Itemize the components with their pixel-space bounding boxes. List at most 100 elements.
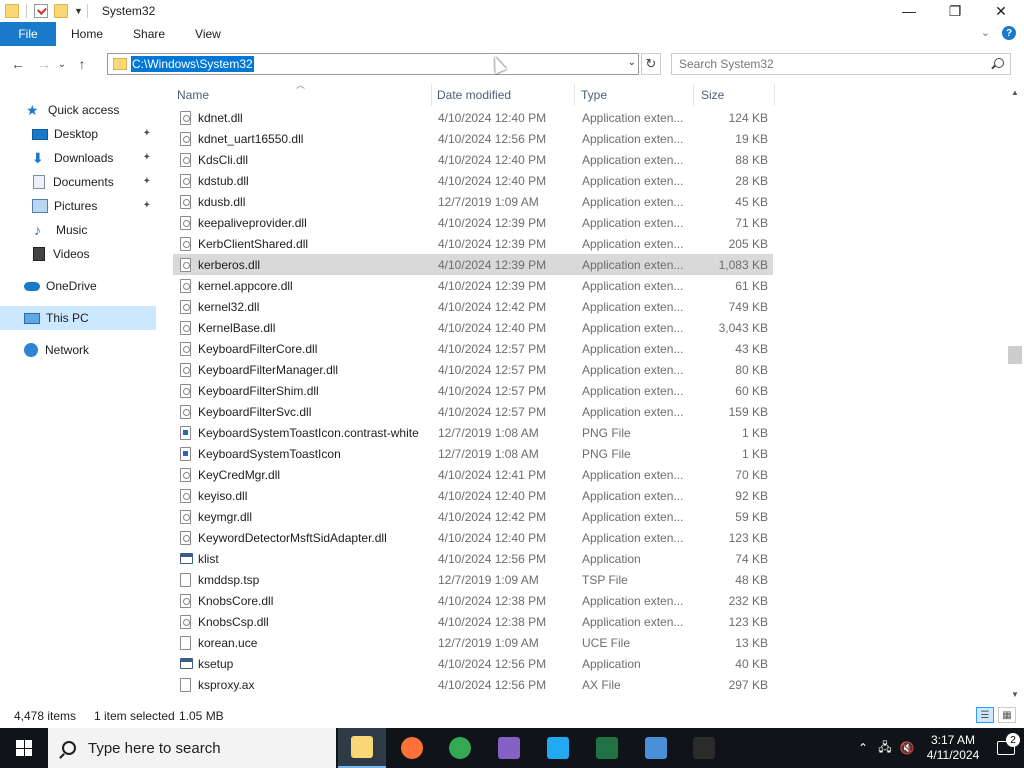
file-date: 4/10/2024 12:56 PM xyxy=(438,677,547,692)
file-type: Application exten... xyxy=(582,614,684,629)
file-row[interactable]: KnobsCore.dll 4/10/2024 12:38 PM Applicati… xyxy=(173,590,773,611)
column-header-date[interactable]: Date modified xyxy=(433,84,575,106)
customize-toolbar-dropdown[interactable]: ▼ xyxy=(74,6,83,16)
navigation-bar: ← → ⌄ ↑ C:\Windows\System32 ⌄ ↻ Search S… xyxy=(0,50,1024,78)
sidebar-item-videos[interactable]: Videos xyxy=(0,242,156,266)
title-bar: ▼ System32 — ❐ ✕ xyxy=(0,0,1024,22)
scrollbar-thumb[interactable] xyxy=(1008,346,1022,364)
address-text[interactable]: C:\Windows\System32 xyxy=(131,56,254,72)
file-row[interactable]: KdsCli.dll 4/10/2024 12:40 PM Application … xyxy=(173,149,773,170)
file-row[interactable]: kdusb.dll 12/7/2019 1:09 AM Application ex… xyxy=(173,191,773,212)
taskbar-app-terminal[interactable] xyxy=(680,728,728,768)
file-row[interactable]: kernel.appcore.dll 4/10/2024 12:39 PM Appl… xyxy=(173,275,773,296)
expand-ribbon-icon[interactable]: ⌄ xyxy=(981,26,990,40)
up-button[interactable]: ↑ xyxy=(71,53,93,75)
help-icon[interactable]: ? xyxy=(1002,26,1016,40)
file-date: 4/10/2024 12:40 PM xyxy=(438,320,547,335)
file-row[interactable]: KeyboardSystemToastIcon.contrast-white 12… xyxy=(173,422,773,443)
file-row[interactable]: KeyboardFilterSvc.dll 4/10/2024 12:57 PM A… xyxy=(173,401,773,422)
documents-icon xyxy=(33,175,45,189)
file-row[interactable]: kdnet_uart16550.dll 4/10/2024 12:56 PM App… xyxy=(173,128,773,149)
sidebar-item-network[interactable]: Network xyxy=(0,338,156,362)
file-row[interactable]: KeyCredMgr.dll 4/10/2024 12:41 PM Applicat… xyxy=(173,464,773,485)
sidebar-item-this-pc[interactable]: This PC xyxy=(0,306,156,330)
address-bar[interactable]: C:\Windows\System32 ⌄ xyxy=(107,53,639,75)
file-row[interactable]: kdstub.dll 4/10/2024 12:40 PM Application … xyxy=(173,170,773,191)
tab-view[interactable]: View xyxy=(180,22,236,46)
show-hidden-icons-icon[interactable]: ⌃ xyxy=(852,741,874,755)
taskbar-app-firefox[interactable] xyxy=(388,728,436,768)
properties-icon[interactable] xyxy=(34,4,48,18)
ribbon-right: ⌄ ? xyxy=(981,26,1016,40)
large-icons-view-icon[interactable]: ▦ xyxy=(998,707,1016,723)
file-row[interactable]: korean.uce 12/7/2019 1:09 AM UCE File 13 KB xyxy=(173,632,773,653)
minimize-button[interactable]: — xyxy=(886,0,932,22)
column-header-type[interactable]: Type xyxy=(577,84,694,106)
file-row[interactable]: KerbClientShared.dll 4/10/2024 12:39 PM Ap… xyxy=(173,233,773,254)
file-size: 80 KB xyxy=(735,362,768,377)
sidebar-item-label: Network xyxy=(45,343,90,357)
sidebar-item-downloads[interactable]: ⬇ Downloads ✦ xyxy=(0,146,156,170)
file-row[interactable]: KeywordDetectorMsftSidAdapter.dll 4/10/20… xyxy=(173,527,773,548)
taskbar-search-input[interactable]: Type here to search xyxy=(48,728,336,768)
recent-locations-button[interactable]: ⌄ xyxy=(55,53,69,75)
column-header-size[interactable]: Size xyxy=(697,84,775,106)
vertical-scrollbar[interactable]: ▲ ▼ xyxy=(1007,80,1024,705)
file-row[interactable]: kmddsp.tsp 12/7/2019 1:09 AM TSP File 48 KB xyxy=(173,569,773,590)
file-row[interactable]: kerberos.dll 4/10/2024 12:39 PM Applicatio… xyxy=(173,254,773,275)
details-view-icon[interactable]: ☰ xyxy=(976,707,994,723)
action-center-button[interactable]: 2 xyxy=(988,733,1024,755)
taskbar-app-remote-desktop[interactable] xyxy=(632,728,680,768)
file-name: keepaliveprovider.dll xyxy=(198,215,307,230)
column-header-name[interactable]: Name xyxy=(173,84,432,106)
sidebar-item-pictures[interactable]: Pictures ✦ xyxy=(0,194,156,218)
address-dropdown-icon[interactable]: ⌄ xyxy=(628,57,636,68)
file-row[interactable]: kernel32.dll 4/10/2024 12:42 PM Applicatio… xyxy=(173,296,773,317)
file-row[interactable]: keepaliveprovider.dll 4/10/2024 12:39 PM A… xyxy=(173,212,773,233)
maximize-button[interactable]: ❐ xyxy=(932,0,978,22)
search-input[interactable]: Search System32 xyxy=(671,53,1011,75)
file-row[interactable]: KeyboardFilterShim.dll 4/10/2024 12:57 PM… xyxy=(173,380,773,401)
tab-share[interactable]: Share xyxy=(118,22,180,46)
file-row[interactable]: KeyboardFilterCore.dll 4/10/2024 12:57 PM… xyxy=(173,338,773,359)
dll-file-icon xyxy=(180,594,191,608)
volume-muted-icon[interactable]: 🔇 xyxy=(896,741,918,755)
taskbar-app-vscode[interactable] xyxy=(534,728,582,768)
taskbar-app-file-explorer[interactable] xyxy=(338,728,386,768)
file-row[interactable]: KnobsCsp.dll 4/10/2024 12:38 PM Applicatio… xyxy=(173,611,773,632)
sidebar-item-quick-access[interactable]: ★ Quick access xyxy=(0,98,156,122)
sidebar-item-onedrive[interactable]: OneDrive xyxy=(0,274,156,298)
new-folder-icon[interactable] xyxy=(54,4,68,18)
file-row[interactable]: kdnet.dll 4/10/2024 12:40 PM Application e… xyxy=(173,107,773,128)
file-size: 1 KB xyxy=(741,446,768,461)
scroll-down-button[interactable]: ▼ xyxy=(1011,690,1019,699)
file-row[interactable]: KeyboardSystemToastIcon 12/7/2019 1:08 AM… xyxy=(173,443,773,464)
taskbar-app-visual-studio[interactable] xyxy=(485,728,533,768)
file-row[interactable]: KeyboardFilterManager.dll 4/10/2024 12:57… xyxy=(173,359,773,380)
close-button[interactable]: ✕ xyxy=(978,0,1024,22)
back-button[interactable]: ← xyxy=(7,53,29,75)
file-row[interactable]: keyiso.dll 4/10/2024 12:40 PM Application … xyxy=(173,485,773,506)
file-size: 749 KB xyxy=(728,299,768,314)
file-row[interactable]: ksetup 4/10/2024 12:56 PM Application 40 KB xyxy=(173,653,773,674)
file-row[interactable]: ksproxy.ax 4/10/2024 12:56 PM AX File 297 K… xyxy=(173,674,773,695)
pin-icon: ✦ xyxy=(142,128,151,139)
taskbar-app-excel-app[interactable] xyxy=(583,728,631,768)
sidebar-item-documents[interactable]: Documents ✦ xyxy=(0,170,156,194)
file-type: Application xyxy=(582,551,641,566)
network-status-icon[interactable]: 🖧 xyxy=(874,738,896,759)
sidebar-item-desktop[interactable]: Desktop ✦ xyxy=(0,122,156,146)
taskbar-app-chrome[interactable] xyxy=(436,728,484,768)
tab-home[interactable]: Home xyxy=(56,22,118,46)
refresh-button[interactable]: ↻ xyxy=(641,53,661,75)
file-row[interactable]: keymgr.dll 4/10/2024 12:42 PM Application … xyxy=(173,506,773,527)
file-explorer-icon xyxy=(351,736,373,758)
file-row[interactable]: KernelBase.dll 4/10/2024 12:40 PM Applicat… xyxy=(173,317,773,338)
sidebar-item-music[interactable]: ♪ Music xyxy=(0,218,156,242)
tab-file[interactable]: File xyxy=(0,22,56,46)
forward-button[interactable]: → xyxy=(33,53,55,75)
scroll-up-button[interactable]: ▲ xyxy=(1011,88,1019,97)
file-row[interactable]: klist 4/10/2024 12:56 PM Application 74 KB xyxy=(173,548,773,569)
clock[interactable]: 3:17 AM 4/11/2024 xyxy=(918,733,988,763)
start-button[interactable] xyxy=(0,728,48,768)
